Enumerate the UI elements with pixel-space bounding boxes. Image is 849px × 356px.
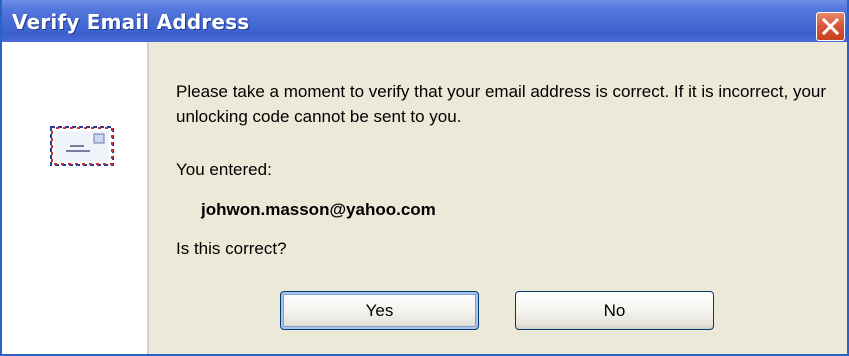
envelope-icon <box>50 126 114 166</box>
title-bar[interactable]: Verify Email Address <box>2 0 847 42</box>
close-button[interactable] <box>816 12 845 41</box>
dialog-content: Please take a moment to verify that your… <box>149 42 847 354</box>
icon-panel <box>2 42 147 354</box>
window-title: Verify Email Address <box>12 10 250 34</box>
email-address: johwon.masson@yahoo.com <box>201 200 436 219</box>
close-x-icon <box>821 17 840 36</box>
yes-button[interactable]: Yes <box>280 291 479 330</box>
no-button[interactable]: No <box>515 291 714 330</box>
verify-email-dialog: Verify Email Address Please take a momen… <box>0 0 849 356</box>
confirm-question: Is this correct? <box>176 239 287 258</box>
entered-label: You entered: <box>176 160 272 179</box>
message-text: Please take a moment to verify that your… <box>176 82 827 126</box>
